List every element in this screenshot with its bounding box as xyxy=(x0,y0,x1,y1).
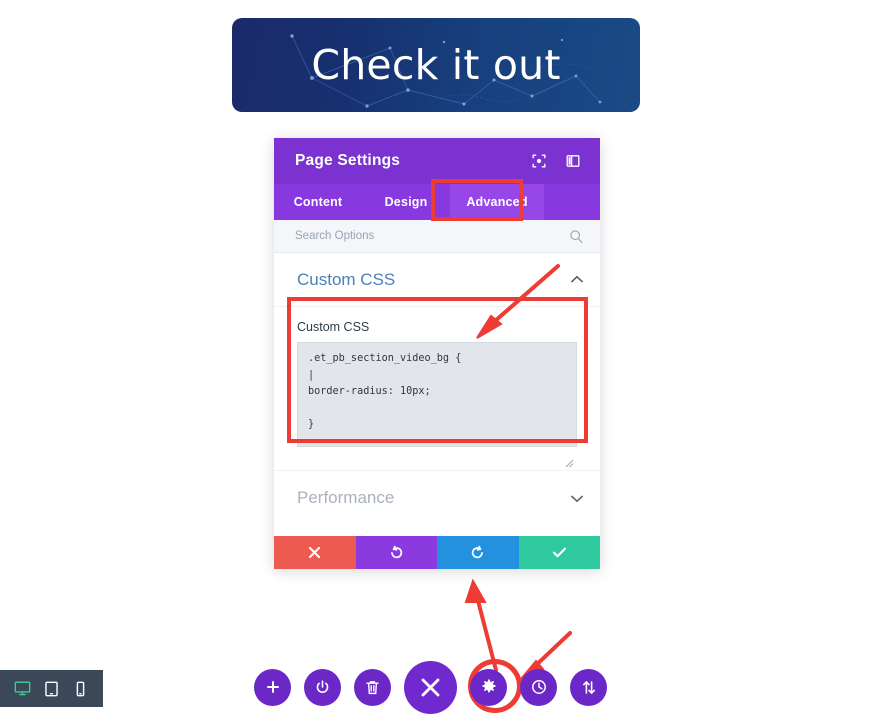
panel-tabs: Content Design Advanced xyxy=(274,184,600,220)
search-input[interactable] xyxy=(295,230,569,242)
desktop-preview-button[interactable] xyxy=(12,678,34,700)
chevron-up-icon[interactable] xyxy=(570,273,584,286)
page-settings-panel: Page Settings Content Design Advanced Se… xyxy=(274,138,600,569)
panel-body: Custom CSS Custom CSS Performance xyxy=(274,253,600,555)
arrow-from-gear-to-panel xyxy=(464,578,498,672)
search-icon[interactable] xyxy=(569,229,584,244)
tab-design[interactable]: Design xyxy=(362,184,450,220)
tablet-preview-button[interactable] xyxy=(41,678,63,700)
custom-css-field: Custom CSS xyxy=(274,307,600,471)
search-options-row[interactable] xyxy=(274,220,600,253)
screenshot-root: Check it out Page Settings Content Desig… xyxy=(0,0,880,723)
panel-header: Page Settings xyxy=(274,138,600,184)
section-header-performance[interactable]: Performance xyxy=(274,471,600,525)
builder-toolbar xyxy=(254,660,616,714)
panel-footer xyxy=(274,536,600,569)
page-title: Page Settings xyxy=(295,152,401,169)
sort-arrows-button[interactable] xyxy=(570,668,607,706)
fullscreen-icon[interactable] xyxy=(528,150,550,172)
redo-button[interactable] xyxy=(437,536,519,569)
device-preview-bar xyxy=(0,670,103,707)
tab-content[interactable]: Content xyxy=(274,184,362,220)
add-button[interactable] xyxy=(254,668,291,706)
chevron-down-icon[interactable] xyxy=(570,492,584,505)
settings-gear-button[interactable] xyxy=(470,668,507,706)
layout-panel-icon[interactable] xyxy=(562,150,584,172)
undo-button[interactable] xyxy=(355,536,437,569)
trash-button[interactable] xyxy=(354,668,391,706)
custom-css-field-label: Custom CSS xyxy=(297,320,370,334)
tab-advanced[interactable]: Advanced xyxy=(450,184,544,220)
cancel-button[interactable] xyxy=(274,536,356,569)
section-label-performance: Performance xyxy=(297,488,395,507)
hero-title: Check it out xyxy=(311,41,561,89)
save-button[interactable] xyxy=(518,536,600,569)
hero-banner[interactable]: Check it out xyxy=(232,18,640,112)
close-button[interactable] xyxy=(404,660,457,714)
history-clock-button[interactable] xyxy=(520,668,557,706)
mobile-preview-button[interactable] xyxy=(70,678,92,700)
power-button[interactable] xyxy=(304,668,341,706)
section-label-custom-css: Custom CSS xyxy=(297,269,396,289)
section-header-custom-css[interactable]: Custom CSS xyxy=(274,253,600,307)
custom-css-textarea[interactable] xyxy=(297,342,577,447)
